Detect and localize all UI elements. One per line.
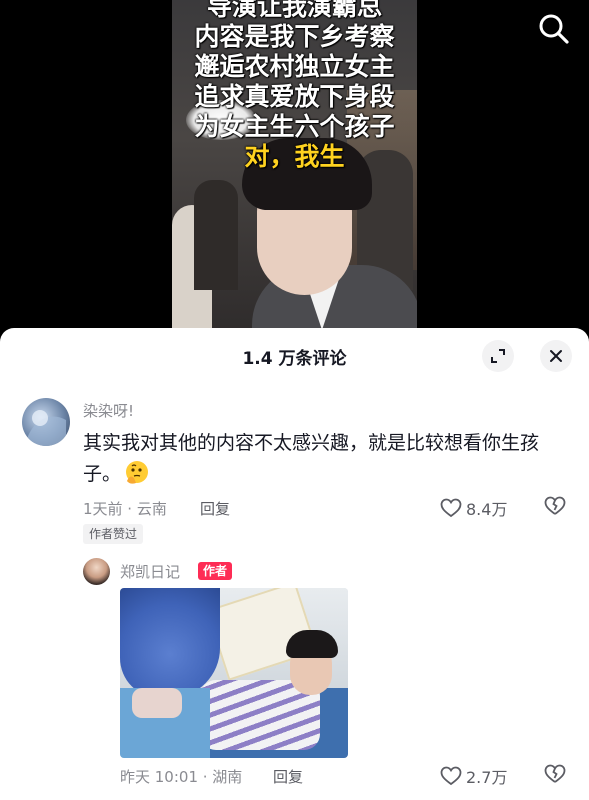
comment-text: 其实我对其他的内容不太感兴趣，就是比较想看你生孩子。 [83, 428, 573, 490]
author-liked-badge: 作者赞过 [83, 524, 144, 544]
close-icon [550, 350, 562, 362]
caption-line: 内容是我下乡考察 [194, 22, 395, 51]
author-tag: 作者 [198, 562, 233, 580]
caption-line: 导演让我演霸总 [206, 0, 382, 21]
expand-icon [491, 349, 505, 363]
like-button[interactable]: 8.4万 [440, 496, 507, 520]
avatar[interactable] [83, 558, 110, 585]
comment-panel: 1.4 万条评论 染染呀! 其实我对其他的内容不太感兴趣，就是比较想看你生孩子。 [0, 328, 589, 800]
image-surgical-cap [120, 588, 220, 698]
heart-icon [440, 498, 462, 518]
comment-meta: 昨天 10:01 · 湖南 [120, 768, 243, 786]
comment-image[interactable] [120, 588, 348, 758]
search-icon [539, 14, 569, 44]
image-hair [286, 630, 338, 658]
comment-username[interactable]: 郑凯日记 [120, 561, 180, 582]
like-count: 8.4万 [466, 500, 508, 519]
avatar[interactable] [22, 398, 70, 446]
search-button[interactable] [537, 12, 571, 46]
comment-meta: 1天前 · 云南 [83, 500, 167, 518]
video-player[interactable]: 导演让我演霸总 内容是我下乡考察 邂逅农村独立女主 追求真爱放下身段 为女主生六… [0, 0, 589, 345]
avatar-image [28, 410, 66, 446]
reply-button[interactable]: 回复 [273, 766, 303, 787]
like-count: 2.7万 [466, 768, 508, 787]
caption-line: 邂逅农村独立女主 [194, 52, 395, 81]
background-person [194, 180, 238, 290]
broken-heart-icon [544, 764, 566, 783]
image-bow [132, 688, 182, 718]
caption-highlight: 对，我生 [244, 142, 345, 171]
broken-heart-icon [544, 496, 566, 515]
video-frame: 导演让我演霸总 内容是我下乡考察 邂逅农村独立女主 追求真爱放下身段 为女主生六… [172, 0, 417, 345]
comment-body: 其实我对其他的内容不太感兴趣，就是比较想看你生孩子。 [83, 432, 540, 485]
like-button[interactable]: 2.7万 [440, 764, 507, 788]
reply-button[interactable]: 回复 [200, 498, 230, 519]
comment-username[interactable]: 染染呀! [83, 400, 134, 421]
dislike-button[interactable] [544, 764, 566, 788]
caption-line: 追求真爱放下身段 [194, 82, 395, 111]
dislike-button[interactable] [544, 496, 566, 520]
expand-button[interactable] [482, 340, 514, 372]
caption-line: 为女主生六个孩子 [194, 112, 395, 141]
close-button[interactable] [540, 340, 572, 372]
thinking-face-emoji-icon [124, 459, 150, 485]
video-caption: 导演让我演霸总 内容是我下乡考察 邂逅农村独立女主 追求真爱放下身段 为女主生六… [172, 0, 417, 172]
heart-icon [440, 766, 462, 786]
